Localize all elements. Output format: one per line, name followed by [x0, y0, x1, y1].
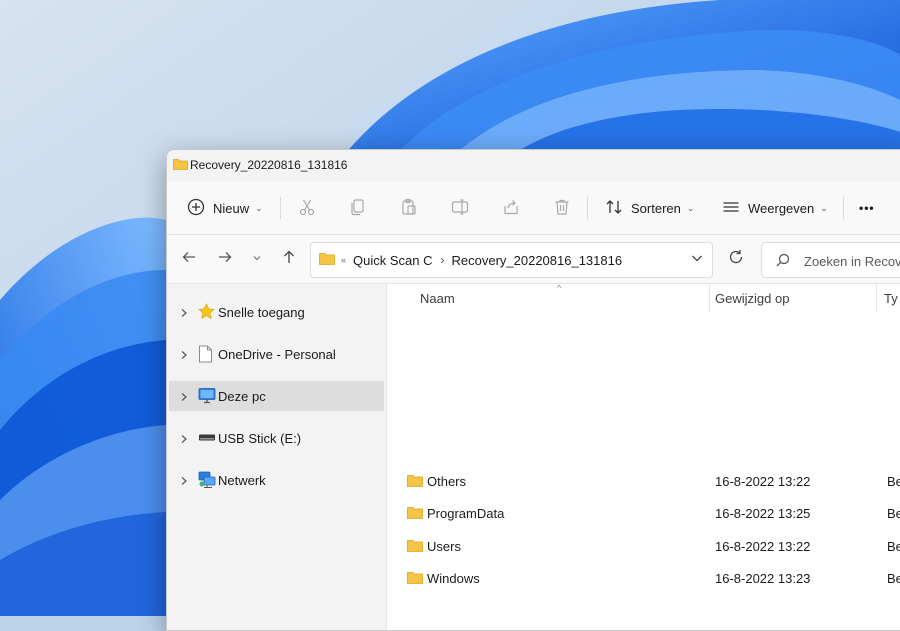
scissors-icon: [298, 198, 316, 219]
file-name: ProgramData: [427, 506, 505, 521]
breadcrumb-item[interactable]: Recovery_20220816_131816: [452, 253, 623, 268]
star-icon: [198, 303, 215, 323]
arrow-up-icon: [282, 250, 296, 269]
rename-icon: [451, 198, 469, 219]
copy-button[interactable]: [349, 191, 367, 225]
delete-button[interactable]: [553, 191, 571, 225]
new-label: Nieuw: [213, 200, 250, 216]
sort-arrows-icon: [605, 198, 623, 219]
usb-drive-icon: [198, 429, 216, 449]
view-list-icon: [722, 198, 740, 219]
chevron-right-icon[interactable]: [180, 474, 188, 489]
folder-icon: [407, 571, 423, 587]
chevron-down-icon[interactable]: [690, 251, 704, 268]
search-input[interactable]: [802, 250, 900, 272]
column-header-modified[interactable]: Gewijzigd op: [710, 284, 875, 312]
table-row[interactable]: ProgramData 16-8-2022 13:25 Be: [405, 498, 900, 528]
sort-button[interactable]: Sorteren ⌄: [605, 191, 694, 225]
file-name: Users: [427, 539, 461, 554]
plus-circle-icon: [187, 198, 205, 219]
forward-button[interactable]: [211, 245, 239, 273]
share-icon: [502, 198, 520, 219]
folder-icon: [407, 506, 423, 522]
breadcrumb-item[interactable]: Quick Scan C: [353, 253, 432, 268]
chevron-down-icon: [252, 250, 262, 268]
sidebar-item-label: OneDrive - Personal: [218, 347, 336, 362]
folder-icon: [407, 474, 423, 490]
arrow-right-icon: [218, 250, 232, 269]
network-icon: [198, 471, 216, 491]
table-row[interactable]: Others 16-8-2022 13:22 Be: [405, 466, 900, 496]
share-button[interactable]: [502, 191, 520, 225]
sort-label: Sorteren: [631, 200, 681, 216]
toolbar-divider: [587, 197, 588, 219]
sidebar-item-this-pc[interactable]: Deze pc: [169, 381, 384, 411]
file-list: ^ Naam Gewijzigd op Ty Others 16-8-2022 …: [387, 283, 900, 630]
folder-icon: [407, 539, 423, 555]
cut-button[interactable]: [298, 191, 316, 225]
file-modified: 16-8-2022 13:22: [715, 539, 811, 554]
address-bar[interactable]: « Quick Scan C › Recovery_20220816_13181…: [310, 242, 713, 278]
sidebar-item-network[interactable]: Netwerk: [169, 465, 384, 495]
window-title: Recovery_20220816_131816: [190, 158, 348, 172]
chevron-down-icon: ⌄: [686, 202, 695, 213]
breadcrumb-separator[interactable]: ›: [441, 253, 445, 267]
arrow-left-icon: [182, 250, 196, 269]
file-type: Be: [887, 506, 900, 521]
navigation-bar: « Quick Scan C › Recovery_20220816_13181…: [167, 235, 900, 284]
file-modified: 16-8-2022 13:25: [715, 506, 811, 521]
new-button[interactable]: Nieuw ⌄: [187, 191, 263, 225]
folder-icon: [173, 157, 188, 175]
file-type: Be: [887, 474, 900, 489]
chevron-right-icon[interactable]: [180, 348, 188, 363]
document-icon: [198, 345, 213, 366]
recent-locations-button[interactable]: [243, 245, 271, 273]
sidebar-item-onedrive[interactable]: OneDrive - Personal: [169, 339, 384, 369]
file-explorer-window: Recovery_20220816_131816 Nieuw ⌄ Sortere…: [166, 149, 900, 631]
toolbar-divider: [280, 197, 281, 219]
toolbar-divider: [843, 197, 844, 219]
command-bar: Nieuw ⌄ Sorteren ⌄ Weergeven ⌄ •••: [167, 182, 900, 235]
view-button[interactable]: Weergeven ⌄: [722, 191, 828, 225]
file-modified: 16-8-2022 13:22: [715, 474, 811, 489]
sidebar-item-label: Netwerk: [218, 473, 266, 488]
navigation-pane: Snelle toegang OneDrive - Personal Deze …: [167, 284, 386, 630]
file-name: Others: [427, 474, 467, 489]
trash-icon: [553, 198, 571, 219]
refresh-button[interactable]: [722, 245, 750, 273]
view-label: Weergeven: [748, 200, 815, 216]
monitor-icon: [198, 387, 216, 407]
chevron-down-icon: ⌄: [820, 202, 828, 213]
column-header-name[interactable]: Naam: [418, 284, 708, 312]
file-name: Windows: [427, 571, 480, 586]
title-bar[interactable]: Recovery_20220816_131816: [167, 150, 900, 180]
back-button[interactable]: [175, 245, 203, 273]
chevron-right-icon[interactable]: [180, 306, 188, 321]
search-box[interactable]: [761, 242, 900, 278]
file-type: Be: [887, 571, 900, 586]
sidebar-item-usb-stick[interactable]: USB Stick (E:): [169, 423, 384, 453]
folder-icon: [319, 252, 335, 268]
rename-button[interactable]: [451, 191, 469, 225]
paste-button[interactable]: [400, 191, 418, 225]
sidebar-item-label: Snelle toegang: [218, 305, 305, 320]
column-header-type[interactable]: Ty: [877, 284, 900, 312]
sidebar-item-label: Deze pc: [218, 389, 266, 404]
sidebar-item-quick-access[interactable]: Snelle toegang: [169, 297, 384, 327]
table-row[interactable]: Windows 16-8-2022 13:23 Be: [405, 563, 900, 593]
file-modified: 16-8-2022 13:23: [715, 571, 811, 586]
paste-icon: [400, 198, 418, 219]
more-options-button[interactable]: •••: [859, 191, 875, 225]
chevron-right-icon[interactable]: [180, 432, 188, 447]
search-icon: [776, 253, 790, 272]
refresh-icon: [728, 249, 744, 270]
file-type: Be: [887, 539, 900, 554]
table-row[interactable]: Users 16-8-2022 13:22 Be: [405, 531, 900, 561]
copy-icon: [349, 198, 367, 219]
chevron-right-icon[interactable]: [180, 390, 188, 405]
chevron-down-icon: ⌄: [255, 202, 263, 213]
sidebar-item-label: USB Stick (E:): [218, 431, 302, 446]
breadcrumb-overflow[interactable]: «: [341, 255, 346, 265]
up-button[interactable]: [275, 245, 303, 273]
